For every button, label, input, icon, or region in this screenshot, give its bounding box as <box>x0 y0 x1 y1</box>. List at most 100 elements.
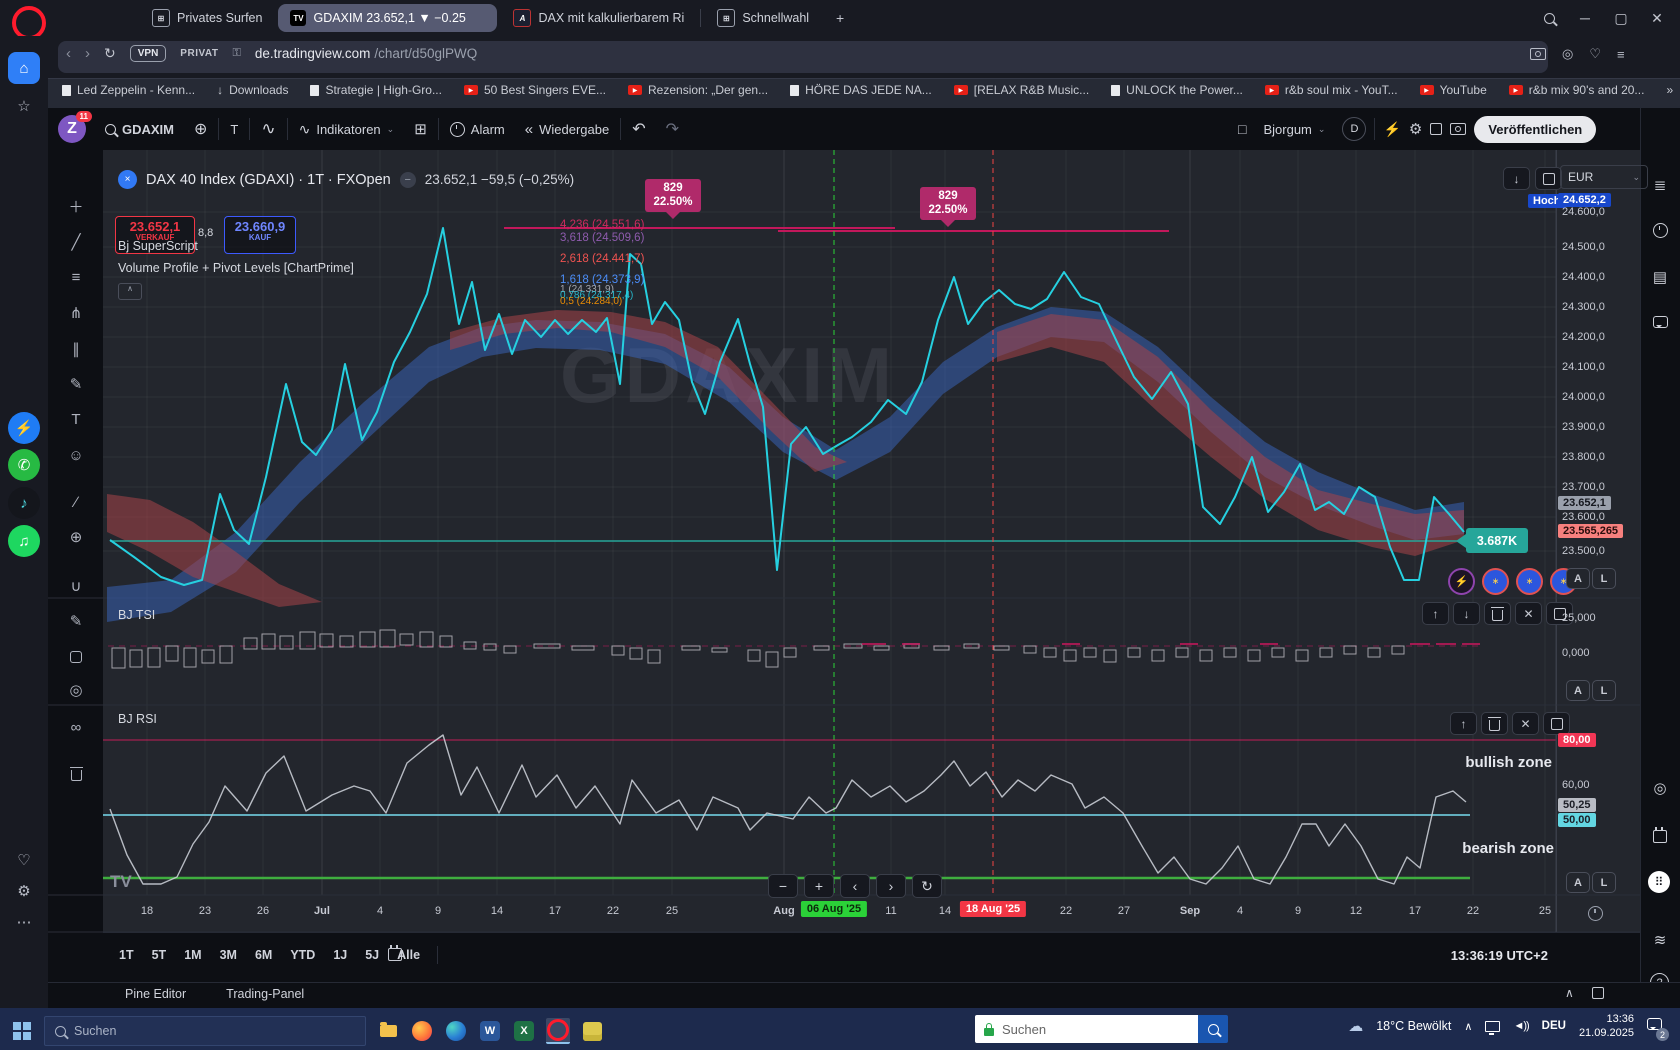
timeframe-5t[interactable]: 5T <box>145 944 174 966</box>
word-icon[interactable]: W <box>478 1019 502 1043</box>
restore-view-button[interactable] <box>1535 167 1562 190</box>
keyboard-language[interactable]: DEU <box>1542 1020 1566 1032</box>
interval-button[interactable]: T <box>221 114 247 144</box>
data-feed-icon[interactable]: ≋ <box>1648 928 1672 952</box>
edge-icon[interactable] <box>444 1019 468 1043</box>
crosshair-tool-icon[interactable]: ＋ <box>62 192 90 220</box>
screenshot-icon[interactable] <box>1450 123 1466 135</box>
settings-icon[interactable]: ⚙ <box>1409 120 1422 138</box>
zoom-in-tool-icon[interactable]: ⊕ <box>62 523 90 551</box>
taskbar-search-widget[interactable]: Suchen <box>975 1015 1228 1043</box>
quick-search-icon[interactable]: ⚡ <box>1383 121 1400 138</box>
lock-tool-icon[interactable] <box>62 643 90 671</box>
log-scale-button[interactable]: L <box>1592 680 1616 701</box>
timeframe-1j[interactable]: 1J <box>326 944 354 966</box>
forecast-tool-icon[interactable]: ∥ <box>62 335 90 363</box>
collapse-legend-button[interactable]: ∧ <box>118 283 142 300</box>
start-button[interactable] <box>10 1019 34 1043</box>
close-button[interactable]: ✕ <box>1642 5 1672 31</box>
firefox-icon[interactable] <box>410 1019 434 1043</box>
whatsapp-sidebar-icon[interactable]: ✆ <box>8 449 40 481</box>
object-tree-icon[interactable]: ▤ <box>1648 265 1672 289</box>
forward-icon[interactable]: › <box>85 45 90 62</box>
fib-retracement-tool-icon[interactable]: ≡ <box>62 263 90 291</box>
bookmark-item[interactable]: Led Zeppelin - Kenn... <box>62 83 195 97</box>
file-explorer-icon[interactable] <box>376 1019 400 1043</box>
windows-search-box[interactable]: Suchen <box>44 1016 366 1046</box>
layout-grid-icon[interactable]: ⊞ <box>405 114 436 144</box>
notifications-icon[interactable]: 2 <box>1647 1017 1662 1035</box>
easy-setup-icon[interactable]: ≡ <box>1617 47 1625 62</box>
scroll-left-button[interactable]: ‹ <box>840 874 870 898</box>
dots-sidebar-icon[interactable]: ⋯ <box>8 906 40 938</box>
maximize-panel-button[interactable] <box>1543 712 1570 735</box>
rsi-panel-label[interactable]: BJ RSI <box>118 712 157 726</box>
tray-chevron-icon[interactable]: ∧ <box>1464 1020 1472 1033</box>
timeframe-ytd[interactable]: YTD <box>283 944 322 966</box>
log-scale-button[interactable]: L <box>1592 872 1616 893</box>
link-tool-icon[interactable]: ∞ <box>62 713 90 741</box>
move-up-button[interactable]: ↑ <box>1422 602 1449 625</box>
indicator-label-superscript[interactable]: Bj SuperScript <box>118 239 198 253</box>
weather-text[interactable]: 18°C Bewölkt <box>1376 1019 1451 1033</box>
search-tabs-icon[interactable] <box>1534 5 1564 31</box>
excel-icon[interactable]: X <box>512 1019 536 1043</box>
eu-flag-icon[interactable]: ∗ <box>1482 568 1509 595</box>
auto-scale-button[interactable]: A <box>1566 872 1590 893</box>
redo-icon[interactable]: ↷ <box>657 114 688 144</box>
drive-button[interactable]: D <box>1342 117 1366 141</box>
timeframe-6m[interactable]: 6M <box>248 944 279 966</box>
messenger-sidebar-icon[interactable]: ⚡ <box>8 412 40 444</box>
supply-zone-pin[interactable]: 829 22.50% <box>920 187 976 220</box>
bookmark-item[interactable]: Strategie | High-Gro... <box>310 83 442 97</box>
lightning-marker-icon[interactable]: ⚡ <box>1448 568 1475 595</box>
text-tool-icon[interactable]: T <box>62 405 90 433</box>
buy-button[interactable]: 23.660,9 KAUF <box>224 216 296 254</box>
magnet-tool-icon[interactable]: ∪ <box>62 572 90 600</box>
star-sidebar-icon[interactable]: ☆ <box>8 90 40 122</box>
timeframe-3m[interactable]: 3M <box>213 944 244 966</box>
log-scale-button[interactable]: L <box>1592 568 1616 589</box>
opera-logo[interactable] <box>12 6 46 40</box>
tsi-panel-label[interactable]: BJ TSI <box>118 608 155 622</box>
heart-sidebar-icon[interactable]: ♡ <box>8 844 40 876</box>
symbol-search-button[interactable]: GDAXIM <box>96 114 183 144</box>
undo-icon[interactable]: ↶ <box>623 114 654 144</box>
bookmark-item[interactable]: ▶r&b soul mix - YouT... <box>1265 83 1398 97</box>
go-to-date-icon[interactable] <box>388 946 402 966</box>
opera-taskbar-icon[interactable] <box>546 1018 570 1044</box>
bookmark-item[interactable]: ▶r&b mix 90's and 20... <box>1509 83 1645 97</box>
timeframe-5j[interactable]: 5J <box>358 944 386 966</box>
move-up-button[interactable]: ↑ <box>1450 712 1477 735</box>
currency-dropdown[interactable]: EUR ⌄ <box>1560 165 1648 189</box>
supply-zone-pin[interactable]: 829 22.50% <box>645 179 701 212</box>
session-clock[interactable]: 13:36:19 UTC+2 <box>1451 948 1548 963</box>
layout-single-icon[interactable]: □ <box>1238 121 1246 137</box>
bookmark-item[interactable]: » <box>1666 83 1673 97</box>
chat-icon[interactable] <box>1648 310 1672 334</box>
close-icon[interactable]: × <box>118 170 137 189</box>
hide-tool-icon[interactable]: ◎ <box>62 676 90 704</box>
watchlist-icon[interactable]: ≣ <box>1648 173 1672 197</box>
apps-grid-icon[interactable]: ⠿ <box>1648 871 1670 893</box>
maximize-button[interactable]: ▢ <box>1606 5 1636 31</box>
bookmark-item[interactable]: ▶YouTube <box>1420 83 1487 97</box>
zoom-in-button[interactable]: + <box>804 874 834 898</box>
calendar-icon[interactable] <box>1648 823 1672 847</box>
indicator-label-volume-profile[interactable]: Volume Profile + Pivot Levels [ChartPrim… <box>118 261 354 275</box>
time-tick-red-badge[interactable]: 18 Aug '25 <box>960 901 1026 917</box>
trash-tool-icon[interactable] <box>62 760 90 788</box>
delete-panel-button[interactable] <box>1484 602 1511 625</box>
draw-tool-icon[interactable]: ✎ <box>62 607 90 635</box>
timeframe-1t[interactable]: 1T <box>112 944 141 966</box>
indicators-button[interactable]: ∿ Indikatoren ⌄ <box>290 114 404 144</box>
expand-panel-icon[interactable]: ∧ <box>1565 986 1574 1000</box>
eu-flag-icon[interactable]: ∗ <box>1516 568 1543 595</box>
hide-icon[interactable]: − <box>400 172 416 188</box>
tab-schnellwahl[interactable]: ⊞ Schnellwahl <box>705 4 821 32</box>
pattern-tool-icon[interactable]: ⋔ <box>62 299 90 327</box>
trend-line-tool-icon[interactable]: ╱ <box>62 228 90 256</box>
publish-button[interactable]: Veröffentlichen <box>1474 116 1596 143</box>
timezone-clock-icon[interactable] <box>1588 906 1603 926</box>
gear-sidebar-icon[interactable]: ⚙ <box>8 875 40 907</box>
